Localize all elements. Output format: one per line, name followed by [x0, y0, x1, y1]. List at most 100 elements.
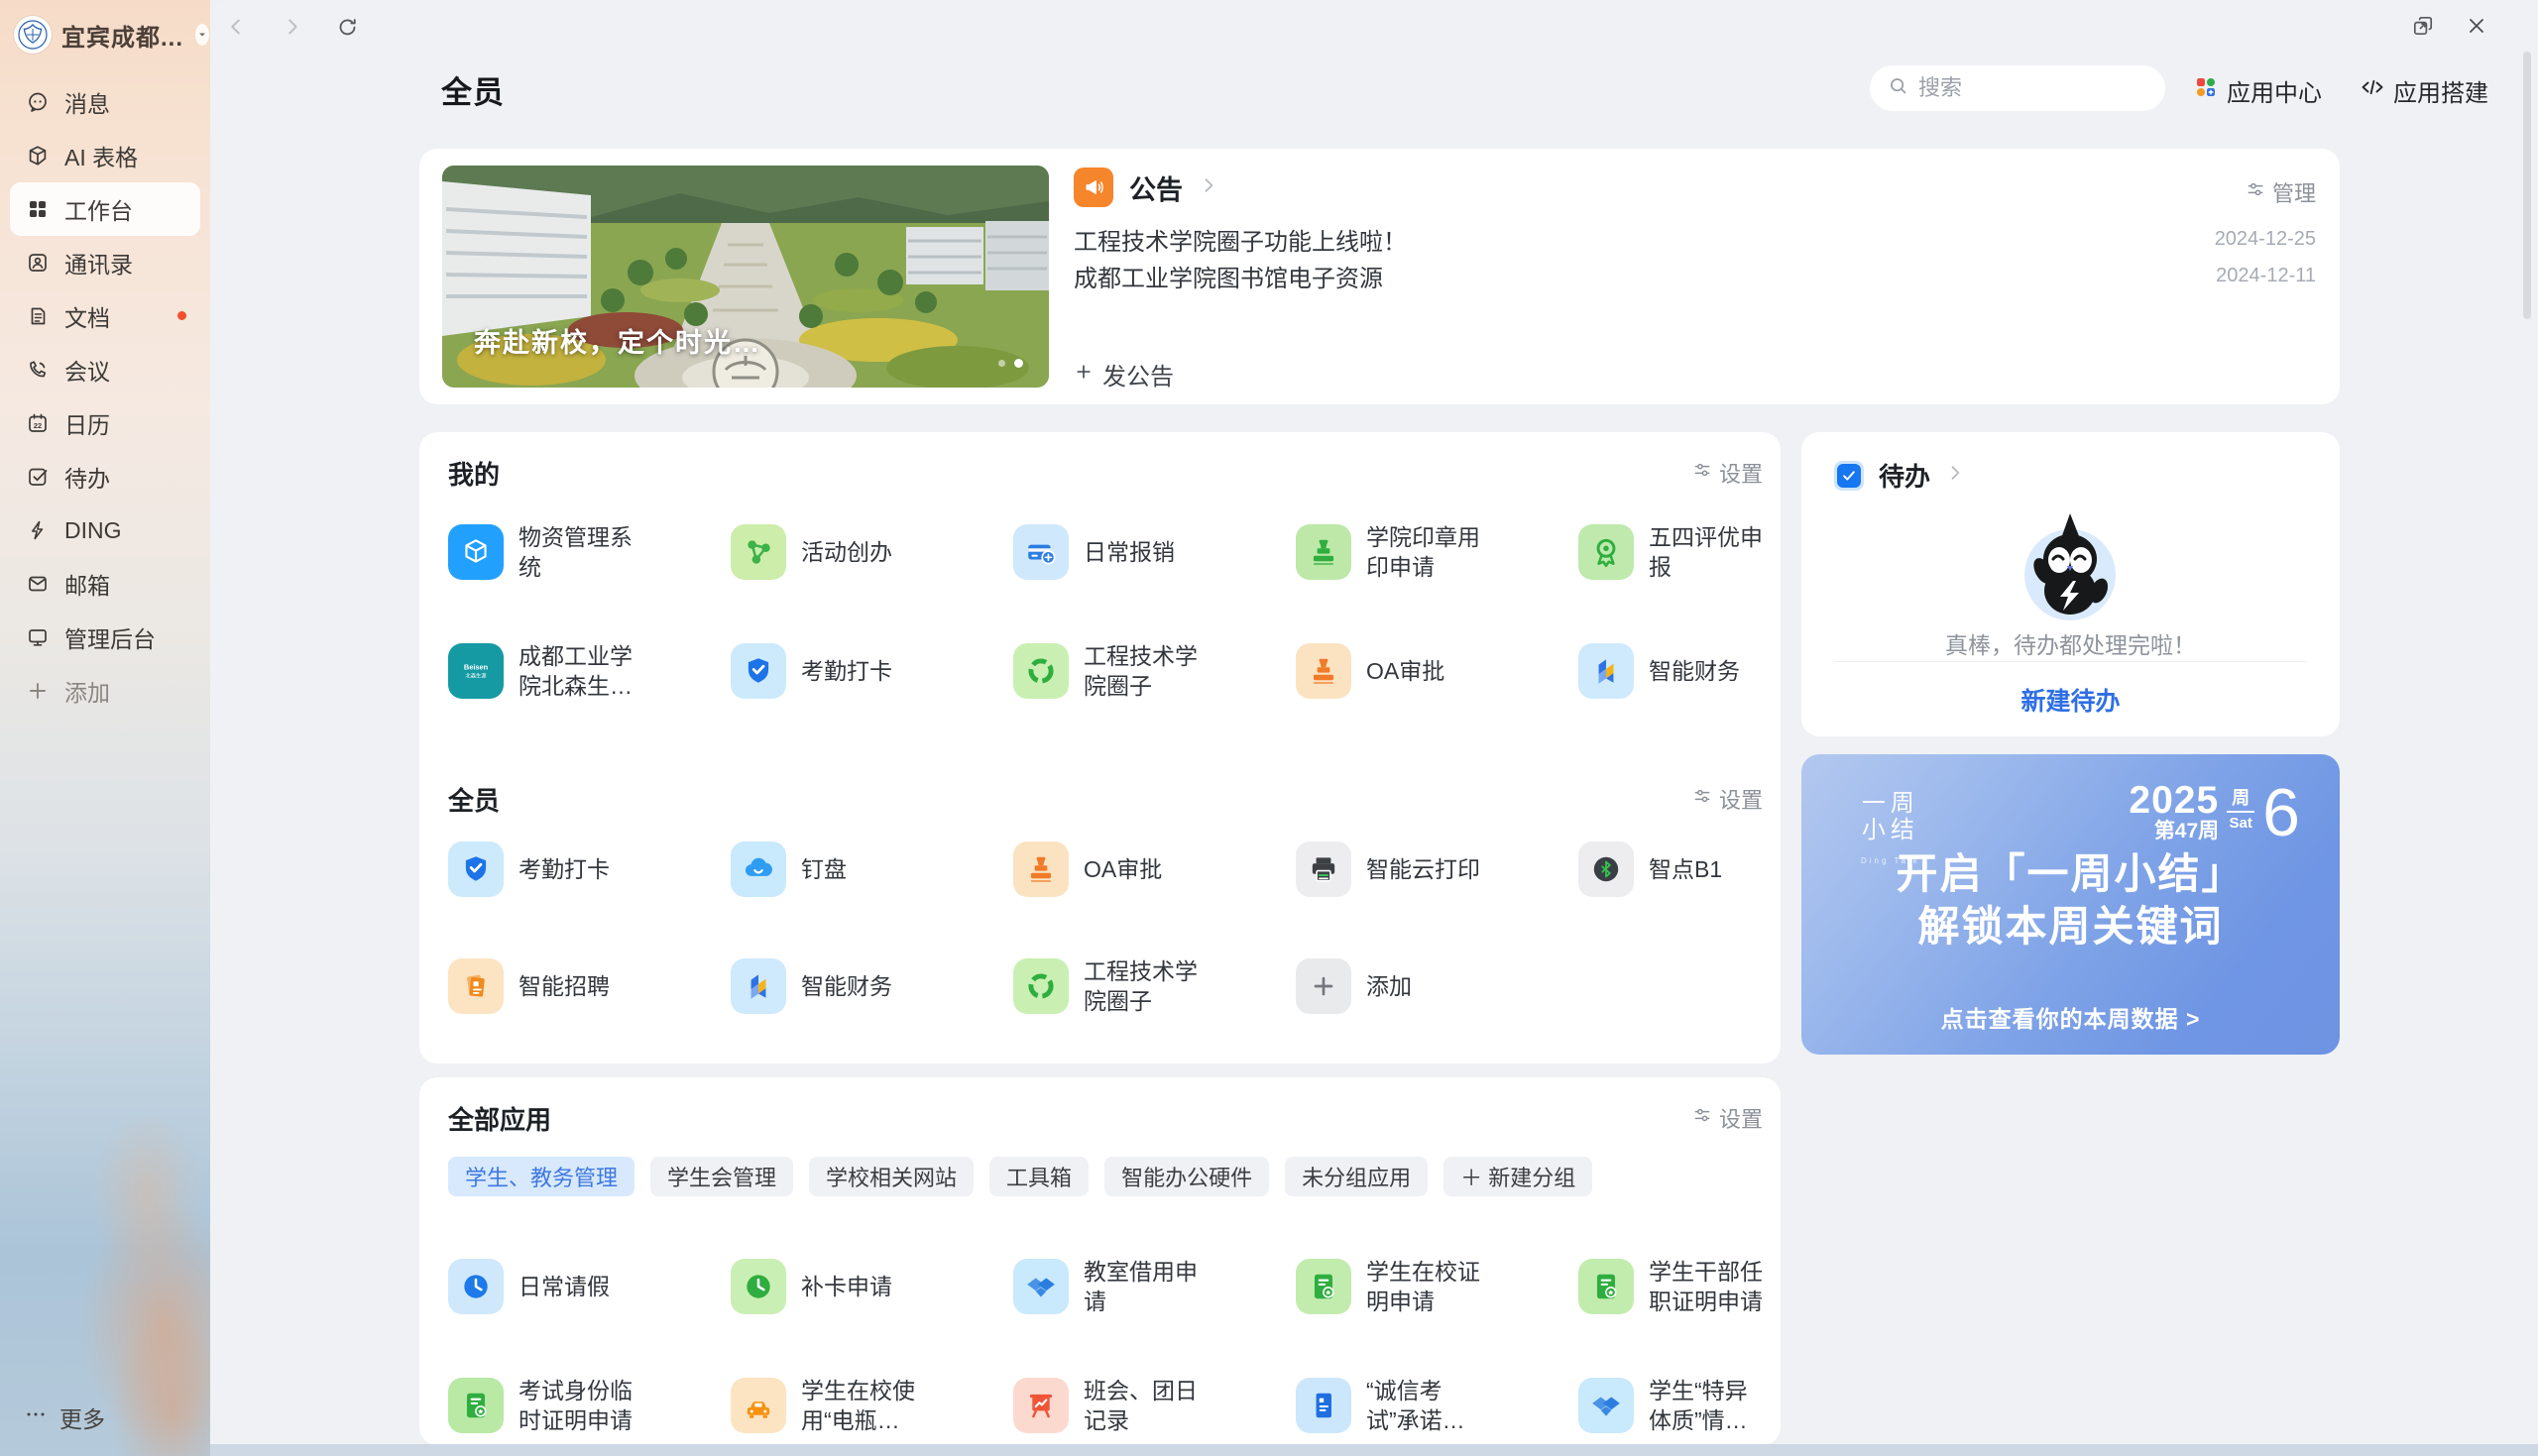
- all-apps-settings-button[interactable]: 设置: [1692, 1102, 1763, 1134]
- app-tile[interactable]: 学院印章用印申请: [1296, 522, 1578, 582]
- app-tile-label: 工程技术学院圈子: [1084, 956, 1205, 1016]
- app-tile[interactable]: 学生“特异体质”情…: [1578, 1376, 1763, 1435]
- app-tile[interactable]: 学生干部任职证明申请: [1578, 1257, 1763, 1316]
- app-tile[interactable]: 考试身份临时证明申请: [448, 1376, 731, 1435]
- app-tile[interactable]: OA审批: [1013, 841, 1296, 897]
- app-tile[interactable]: 智能云打印: [1296, 841, 1578, 897]
- sidebar-item[interactable]: 会议: [10, 343, 200, 396]
- app-group-tab[interactable]: ＋ 新建分组: [1443, 1157, 1592, 1196]
- sidebar-nav: 消息AI 表格工作台通讯录文档会议22日历待办DING邮箱管理后台添加: [0, 63, 210, 718]
- announcement-manage-button[interactable]: 管理: [2246, 176, 2316, 208]
- scrollbar[interactable]: [2523, 52, 2531, 319]
- pinwheel-app-icon: [1578, 643, 1634, 699]
- sidebar-item[interactable]: 待办: [10, 450, 200, 504]
- app-tile-label: 钉盘: [801, 854, 847, 884]
- sidebar-item[interactable]: 工作台: [10, 182, 200, 236]
- page-title: 全员: [441, 67, 505, 112]
- announcement-date: 2024-12-11: [2216, 265, 2316, 287]
- team-switcher[interactable]: 宜宾成都...: [0, 0, 210, 63]
- close-icon[interactable]: [2465, 14, 2488, 38]
- app-group-tab[interactable]: 未分组应用: [1285, 1157, 1428, 1196]
- app-center-button[interactable]: 应用中心: [2194, 73, 2322, 108]
- app-tile-label: 教室借用申请: [1084, 1257, 1205, 1316]
- popout-icon[interactable]: [2411, 14, 2435, 38]
- app-tile[interactable]: “诚信考试”承诺…: [1296, 1376, 1578, 1435]
- sidebar-more[interactable]: 更多: [24, 1400, 105, 1434]
- app-tile[interactable]: 日常请假: [448, 1257, 731, 1316]
- app-group-tab[interactable]: 学生、教务管理: [448, 1157, 634, 1196]
- carousel-dot[interactable]: [998, 360, 1005, 367]
- announcement-title[interactable]: 公告: [1129, 168, 1183, 207]
- post-announcement-button[interactable]: 发公告: [1074, 357, 1174, 392]
- nav-back-icon[interactable]: [224, 15, 248, 39]
- meeting-icon: [26, 358, 50, 382]
- app-tile[interactable]: 智点B1: [1578, 841, 1763, 897]
- team-avatar: [14, 16, 52, 54]
- app-group-tab[interactable]: 学生会管理: [650, 1157, 793, 1196]
- app-tile[interactable]: 学生在校证明申请: [1296, 1257, 1578, 1316]
- announcement-item[interactable]: 工程技术学院圈子功能上线啦！2024-12-25: [1074, 221, 2316, 258]
- app-tile[interactable]: 工程技术学院圈子: [1013, 641, 1296, 701]
- sidebar-item[interactable]: 22日历: [10, 396, 200, 450]
- app-tile[interactable]: 考勤打卡: [448, 841, 731, 897]
- app-tile[interactable]: 班会、团日记录: [1013, 1376, 1296, 1435]
- mine-settings-button[interactable]: 设置: [1692, 457, 1763, 489]
- sidebar-item[interactable]: 添加: [10, 664, 200, 718]
- app-tile[interactable]: 日常报销: [1013, 522, 1296, 582]
- sidebar-item[interactable]: DING: [10, 504, 200, 557]
- todo-header[interactable]: 待办: [1834, 457, 1965, 494]
- app-tile-label: 学生干部任职证明申请: [1649, 1257, 1763, 1316]
- app-group-tab[interactable]: 工具箱: [989, 1157, 1089, 1196]
- new-todo-button[interactable]: 新建待办: [1801, 682, 2340, 718]
- weekly-summary-card[interactable]: 一周 小结 Ding Talk 2025 第47周 周 Sat 6 开启「一周小…: [1801, 754, 2340, 1055]
- app-group-tab[interactable]: 智能办公硬件: [1104, 1157, 1269, 1196]
- banner-caption: 奔赴新校，定个时光…: [474, 321, 761, 360]
- todo-empty-text: 真棒，待办都处理完啦！: [1801, 626, 2340, 660]
- app-tile[interactable]: 添加: [1296, 956, 1578, 1016]
- app-build-button[interactable]: 应用搭建: [2361, 73, 2488, 108]
- app-tile[interactable]: OA审批: [1296, 641, 1578, 701]
- section-title-all-apps: 全部应用: [448, 1100, 551, 1137]
- carousel-dots[interactable]: [998, 359, 1023, 368]
- weekly-cta[interactable]: 点击查看你的本周数据 >: [1801, 1000, 2340, 1034]
- app-tile[interactable]: Beisen北森生涯成都工业学院北森生…: [448, 641, 731, 701]
- sidebar-item[interactable]: 管理后台: [10, 611, 200, 664]
- app-tile[interactable]: 考勤打卡: [731, 641, 1013, 701]
- app-tile[interactable]: 五四评优申报: [1578, 522, 1763, 582]
- search-box[interactable]: [1870, 65, 2165, 111]
- sidebar-item[interactable]: 邮箱: [10, 557, 200, 611]
- app-tile[interactable]: 活动创办: [731, 522, 1013, 582]
- sidebar-item[interactable]: 消息: [10, 75, 200, 129]
- app-tile-label: 班会、团日记录: [1084, 1376, 1205, 1435]
- banner-carousel[interactable]: 奔赴新校，定个时光…: [442, 166, 1049, 388]
- refresh-icon[interactable]: [335, 15, 359, 39]
- everyone-app-grid: 考勤打卡 钉盘 OA审批智能云打印智点B1 智能招聘智能财务 工程技术学院圈子 添加: [448, 841, 1763, 1016]
- app-tile-label: 物资管理系统: [519, 522, 639, 582]
- app-tile[interactable]: 教室借用申请: [1013, 1257, 1296, 1316]
- app-tile[interactable]: 补卡申请: [731, 1257, 1013, 1316]
- todo-checkbox-icon: [1834, 461, 1864, 491]
- section-title-everyone: 全员: [448, 781, 500, 818]
- announcement-item[interactable]: 成都工业学院图书馆电子资源2024-12-11: [1074, 258, 2316, 294]
- app-tile[interactable]: 智能财务: [1578, 641, 1763, 701]
- message-icon: [26, 90, 50, 114]
- app-tile[interactable]: 钉盘: [731, 841, 1013, 897]
- nav-forward-icon[interactable]: [281, 15, 304, 39]
- app-group-tab[interactable]: 学校相关网站: [809, 1157, 974, 1196]
- app-tile[interactable]: 工程技术学院圈子: [1013, 956, 1296, 1016]
- sidebar-item[interactable]: 文档: [10, 289, 200, 343]
- carousel-dot-active[interactable]: [1014, 359, 1023, 368]
- app-center-icon: [2194, 75, 2218, 106]
- search-input[interactable]: [1916, 74, 2138, 102]
- app-tile[interactable]: 物资管理系统: [448, 522, 731, 582]
- sidebar-item[interactable]: 通讯录: [10, 236, 200, 289]
- shield-app-icon: [731, 643, 786, 699]
- everyone-settings-button[interactable]: 设置: [1692, 783, 1763, 815]
- app-tile[interactable]: 智能财务: [731, 956, 1013, 1016]
- chevron-right-icon[interactable]: [1199, 175, 1218, 200]
- sidebar-item[interactable]: AI 表格: [10, 129, 200, 182]
- workbench-apps-card: 我的 设置 物资管理系统活动创办日常报销学院印章用印申请五四评优申报Beisen…: [419, 432, 1781, 1064]
- app-tile[interactable]: 学生在校使用“电瓶…: [731, 1376, 1013, 1435]
- app-tile[interactable]: 智能招聘: [448, 956, 731, 1016]
- more-icon: [24, 1402, 48, 1432]
